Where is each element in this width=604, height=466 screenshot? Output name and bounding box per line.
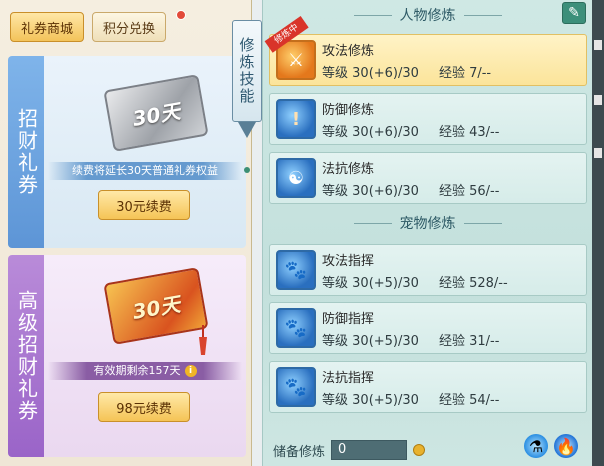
skill-stats: 等级 30(+5)/30 经验 54/--	[322, 393, 500, 408]
potion-icon[interactable]: ⚗	[524, 434, 548, 458]
skill-stats: 等级 30(+6)/30 经验 43/--	[322, 125, 500, 140]
coin-icon	[413, 444, 426, 456]
ticket-image: 30天	[103, 267, 209, 345]
ticket-image: 30天	[103, 74, 209, 152]
tab-voucher-mall[interactable]: 礼券商城	[10, 12, 85, 42]
decorative-dot	[244, 167, 250, 173]
edit-icon[interactable]: ✎	[562, 2, 586, 24]
skill-name: 防御指挥	[322, 312, 375, 327]
paw-resist-icon: 🐾	[276, 367, 316, 407]
skill-name: 法抗指挥	[322, 371, 375, 386]
cultivation-panel: 人物修炼 ✎ ⚔ 修炼中 攻法修炼 等级 30(+6)/30 经验 7/-- ! …	[262, 0, 592, 466]
tab-pointer-icon	[238, 122, 256, 138]
skill-row-pet-magic-resist[interactable]: 🐾 法抗指挥 等级 30(+5)/30 经验 54/--	[269, 361, 587, 413]
shop-tabs: 礼券商城 积分兑换	[10, 12, 167, 42]
card-title: 招财礼券	[8, 56, 44, 248]
renew-button-98[interactable]: 98元续费	[98, 392, 190, 422]
skill-stats: 等级 30(+5)/30 经验 528/--	[322, 276, 508, 291]
defense-shield-icon: !	[276, 99, 316, 139]
voucher-card-basic: 招财礼券 30天 续费将延长30天普通礼券权益 30元续费	[8, 56, 246, 248]
reserve-label: 储备修炼	[273, 444, 326, 460]
renew-button-30[interactable]: 30元续费	[98, 190, 190, 220]
skill-row-defense[interactable]: ! 防御修炼 等级 30(+6)/30 经验 43/--	[269, 93, 587, 145]
skill-name: 攻法指挥	[322, 254, 375, 269]
magic-resist-shield-icon: ☯	[276, 158, 316, 198]
voucher-card-premium: 高级招财礼券 30天 有效期剩余157天 i 98元续费	[8, 255, 246, 457]
card-info-text: 续费将延长30天普通礼券权益	[48, 162, 242, 180]
skill-row-pet-attack[interactable]: 🐾 攻法指挥 等级 30(+5)/30 经验 528/--	[269, 244, 587, 296]
section-header-person: 人物修炼	[263, 4, 592, 26]
tab-cultivation-skills[interactable]: 修炼技能	[232, 20, 262, 122]
tab-points-exchange[interactable]: 积分兑换	[92, 12, 167, 42]
skill-stats: 等级 30(+6)/30 经验 7/--	[322, 66, 492, 81]
skill-name: 法抗修炼	[322, 162, 375, 177]
skill-name: 攻法修炼	[322, 44, 375, 59]
background-edge	[592, 0, 604, 466]
section-header-pet: 宠物修炼	[263, 212, 592, 234]
card-title: 高级招财礼券	[8, 255, 44, 457]
skill-row-attack[interactable]: ⚔ 修炼中 攻法修炼 等级 30(+6)/30 经验 7/--	[264, 15, 587, 86]
flame-potion-icon[interactable]: 🔥	[554, 434, 578, 458]
skill-stats: 等级 30(+6)/30 经验 56/--	[322, 184, 500, 199]
tassel-icon	[199, 325, 207, 355]
reserve-cultivation: 储备修炼 0	[273, 440, 426, 460]
card-info-text: 有效期剩余157天 i	[48, 362, 242, 380]
paw-defense-icon: 🐾	[276, 308, 316, 348]
skill-row-magic-resist[interactable]: ☯ 法抗修炼 等级 30(+6)/30 经验 56/--	[269, 152, 587, 204]
skill-name: 防御修炼	[322, 103, 375, 118]
skill-row-pet-defense[interactable]: 🐾 防御指挥 等级 30(+5)/30 经验 31/--	[269, 302, 587, 354]
reserve-value: 0	[331, 440, 408, 460]
paw-attack-icon: 🐾	[276, 250, 316, 290]
notification-dot	[176, 10, 186, 20]
skill-stats: 等级 30(+5)/30 经验 31/--	[322, 334, 500, 349]
info-icon[interactable]: i	[184, 365, 197, 377]
voucher-shop-panel: 礼券商城 积分兑换 招财礼券 30天 续费将延长30天普通礼券权益 30元续费 …	[0, 0, 252, 466]
